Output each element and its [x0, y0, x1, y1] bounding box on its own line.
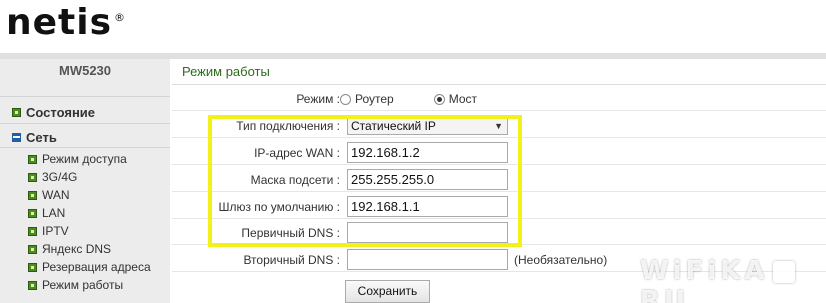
- wan-ip-row: IP-адрес WAN : 192.168.1.2: [172, 141, 826, 165]
- netis-logo[interactable]: netis ®: [6, 2, 126, 43]
- radio-router[interactable]: [340, 93, 351, 105]
- connection-type-select[interactable]: Статический IP ▼: [347, 117, 508, 135]
- sidebar-divider: [0, 123, 170, 124]
- primary-dns-row: Первичный DNS :: [172, 221, 826, 245]
- primary-dns-input[interactable]: [347, 222, 508, 243]
- primary-dns-label: Первичный DNS :: [241, 226, 340, 240]
- section-title: Режим работы: [172, 59, 826, 85]
- sidebar-item-yandex-dns[interactable]: Яндекс DNS: [28, 242, 111, 256]
- sidebar-item-address-reservation[interactable]: Резервация адреса: [28, 260, 151, 274]
- watermark: WiFiKARU: [640, 256, 826, 303]
- mode-radio-group: Роутер Мост: [340, 87, 477, 111]
- mode-label: Режим :: [296, 92, 340, 106]
- subnet-mask-row: Маска подсети : 255.255.255.0: [172, 168, 826, 192]
- watermark-right: RU: [640, 286, 690, 303]
- sidebar-item-label: LAN: [42, 206, 66, 220]
- sidebar-item-label: Режим доступа: [42, 152, 127, 166]
- connection-type-label: Тип подключения :: [236, 119, 340, 133]
- sidebar-item-label: Режим работы: [42, 278, 124, 292]
- gateway-row: Шлюз по умолчанию : 192.168.1.1: [172, 195, 826, 219]
- plus-square-icon: [28, 190, 37, 200]
- registered-mark: ®: [114, 11, 127, 24]
- dropdown-arrow-icon: ▼: [494, 121, 503, 131]
- plus-square-icon: [28, 208, 37, 218]
- sidebar-item-label: Состояние: [26, 105, 96, 120]
- gateway-label: Шлюз по умолчанию :: [218, 200, 340, 214]
- subnet-mask-label: Маска подсети :: [250, 173, 340, 187]
- logo-text: netis: [6, 2, 113, 43]
- qr-icon: [772, 260, 795, 283]
- secondary-dns-input[interactable]: [347, 249, 508, 270]
- mode-row: Режим : Роутер Мост: [172, 87, 826, 111]
- radio-bridge[interactable]: [433, 93, 445, 105]
- header: netis ®: [0, 0, 826, 59]
- model-name: MW5230: [58, 63, 112, 78]
- sidebar-item-label: IPTV: [42, 224, 69, 238]
- sidebar-item-lan[interactable]: LAN: [28, 206, 65, 220]
- save-button[interactable]: Сохранить: [345, 280, 430, 303]
- sidebar-item-access-mode[interactable]: Режим доступа: [28, 152, 127, 166]
- gateway-input[interactable]: 192.168.1.1: [347, 196, 508, 217]
- plus-square-icon: [28, 172, 37, 182]
- sidebar-item-3g4g[interactable]: 3G/4G: [28, 170, 77, 184]
- plus-square-icon: [28, 280, 37, 290]
- sidebar-divider: [0, 96, 170, 97]
- sidebar-item-status[interactable]: Состояние: [12, 105, 95, 120]
- minus-square-icon: [12, 133, 21, 142]
- connection-type-row: Тип подключения : Статический IP ▼: [172, 114, 826, 138]
- wan-ip-label: IP-адрес WAN :: [254, 146, 340, 160]
- sidebar-divider: [0, 147, 170, 148]
- secondary-dns-label: Вторичный DNS :: [243, 253, 340, 267]
- plus-square-icon: [28, 262, 37, 272]
- sidebar-item-label: WAN: [42, 188, 70, 202]
- radio-bridge-label[interactable]: Мост: [449, 92, 477, 106]
- sidebar-item-label: Сеть: [26, 130, 57, 145]
- connection-type-value: Статический IP: [351, 119, 436, 133]
- sidebar-item-label: Яндекс DNS: [42, 242, 112, 256]
- plus-square-icon: [28, 154, 37, 164]
- radio-router-label[interactable]: Роутер: [355, 92, 394, 106]
- sidebar: MW5230 Состояние Сеть Режим доступа 3G/4…: [0, 59, 170, 303]
- plus-square-icon: [12, 108, 21, 117]
- plus-square-icon: [28, 244, 37, 254]
- sidebar-item-label: Резервация адреса: [42, 260, 151, 274]
- sidebar-item-operation-mode[interactable]: Режим работы: [28, 278, 123, 292]
- plus-square-icon: [28, 226, 37, 236]
- wan-ip-input[interactable]: 192.168.1.2: [347, 142, 508, 163]
- sidebar-item-network[interactable]: Сеть: [12, 130, 57, 145]
- subnet-mask-input[interactable]: 255.255.255.0: [347, 169, 508, 190]
- sidebar-item-label: 3G/4G: [42, 170, 78, 184]
- sidebar-item-iptv[interactable]: IPTV: [28, 224, 69, 238]
- watermark-left: WiFiKA: [640, 256, 769, 286]
- optional-note: (Необязательно): [514, 253, 608, 267]
- sidebar-item-wan[interactable]: WAN: [28, 188, 70, 202]
